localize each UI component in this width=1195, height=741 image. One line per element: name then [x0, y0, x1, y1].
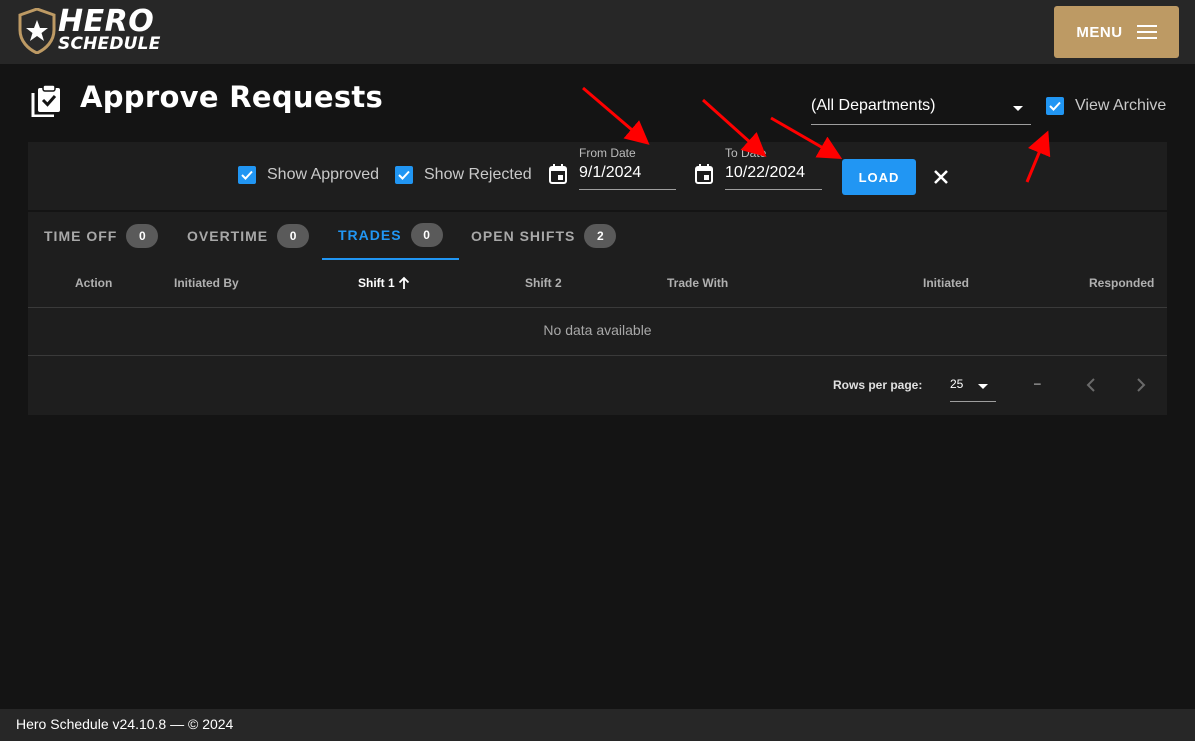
count-badge: 0: [126, 224, 159, 248]
count-badge: 0: [277, 224, 310, 248]
column-header-shift-2[interactable]: Shift 2: [525, 276, 562, 290]
shield-star-icon: [18, 8, 56, 54]
to-date-label: To Date: [725, 146, 767, 160]
tab-open-shifts[interactable]: OPEN SHIFTS 2: [455, 212, 632, 260]
load-button[interactable]: LOAD: [842, 159, 916, 195]
show-rejected-label: Show Rejected: [424, 166, 532, 183]
column-header-trade-with[interactable]: Trade With: [667, 276, 728, 290]
tab-overtime[interactable]: OVERTIME 0: [171, 212, 325, 260]
to-date-value: 10/22/2024: [725, 164, 806, 181]
tab-trades[interactable]: TRADES 0: [322, 212, 459, 260]
table-pagination: Rows per page: 25 –: [28, 357, 1167, 415]
checkbox-checked-icon: [395, 166, 413, 184]
department-select-value: (All Departments): [811, 97, 936, 114]
requests-table-card: TIME OFF 0 OVERTIME 0 TRADES 0 OPEN SHIF…: [28, 212, 1167, 415]
top-app-bar: HERO SCHEDULE MENU: [0, 0, 1195, 64]
calendar-icon[interactable]: [695, 164, 713, 184]
column-header-shift-1[interactable]: Shift 1: [358, 276, 411, 290]
footer-version-text: Hero Schedule v24.10.8 — © 2024: [16, 716, 234, 732]
page-title: Approve Requests: [80, 80, 384, 114]
request-type-tabs: TIME OFF 0 OVERTIME 0 TRADES 0 OPEN SHIF…: [28, 212, 1167, 260]
page-range-info: –: [1034, 376, 1041, 390]
filter-panel: Show Approved Show Rejected From Date 9/…: [28, 142, 1167, 210]
rows-per-page-label: Rows per page:: [833, 378, 923, 392]
menu-button-label: MENU: [1076, 23, 1123, 41]
arrow-up-icon: [398, 276, 409, 289]
calendar-icon[interactable]: [549, 164, 567, 184]
caret-down-icon: [978, 384, 988, 389]
from-date-value: 9/1/2024: [579, 164, 642, 181]
empty-state-text: No data available: [28, 308, 1167, 356]
column-header-initiated-by[interactable]: Initiated By: [174, 276, 239, 290]
red-arrow: [582, 86, 650, 145]
caret-down-icon: [1013, 106, 1023, 111]
app-footer: Hero Schedule v24.10.8 — © 2024: [0, 709, 1195, 741]
view-archive-checkbox[interactable]: View Archive: [1046, 97, 1166, 115]
hamburger-icon: [1136, 25, 1157, 39]
column-header-initiated[interactable]: Initiated: [923, 276, 969, 290]
logo-text-schedule: SCHEDULE: [58, 34, 161, 54]
tab-label: OPEN SHIFTS: [471, 228, 576, 244]
from-date-label: From Date: [579, 146, 636, 160]
tab-label: TIME OFF: [44, 228, 118, 244]
column-header-action[interactable]: Action: [75, 276, 112, 290]
show-approved-label: Show Approved: [267, 166, 380, 183]
from-date-field[interactable]: From Date 9/1/2024: [579, 146, 676, 190]
department-select[interactable]: (All Departments): [811, 90, 1031, 125]
column-header-responded[interactable]: Responded: [1089, 276, 1154, 290]
table-header: Action Initiated By Shift 1 Shift 2 Trad…: [28, 270, 1167, 308]
tab-label: TRADES: [338, 227, 402, 243]
tab-time-off[interactable]: TIME OFF 0: [28, 212, 174, 260]
count-badge: 2: [584, 224, 617, 248]
menu-button[interactable]: MENU: [1054, 6, 1179, 58]
show-rejected-checkbox[interactable]: Show Rejected: [395, 166, 532, 184]
rows-per-page-value: 25: [950, 377, 964, 391]
show-approved-checkbox[interactable]: Show Approved: [238, 166, 379, 184]
rows-per-page-select[interactable]: 25: [950, 373, 996, 402]
column-header-shift-1-label: Shift 1: [358, 276, 395, 290]
close-icon[interactable]: [931, 167, 951, 187]
checkbox-checked-icon: [238, 166, 256, 184]
hero-schedule-logo[interactable]: HERO SCHEDULE: [18, 4, 208, 56]
chevron-right-icon[interactable]: [1134, 373, 1148, 397]
tab-label: OVERTIME: [187, 228, 269, 244]
view-archive-label: View Archive: [1075, 97, 1167, 114]
count-badge: 0: [410, 223, 443, 247]
to-date-field[interactable]: To Date 10/22/2024: [725, 146, 822, 190]
checkbox-checked-icon: [1046, 97, 1064, 115]
clipboard-check-icon: [31, 84, 60, 117]
chevron-left-icon[interactable]: [1084, 373, 1098, 397]
